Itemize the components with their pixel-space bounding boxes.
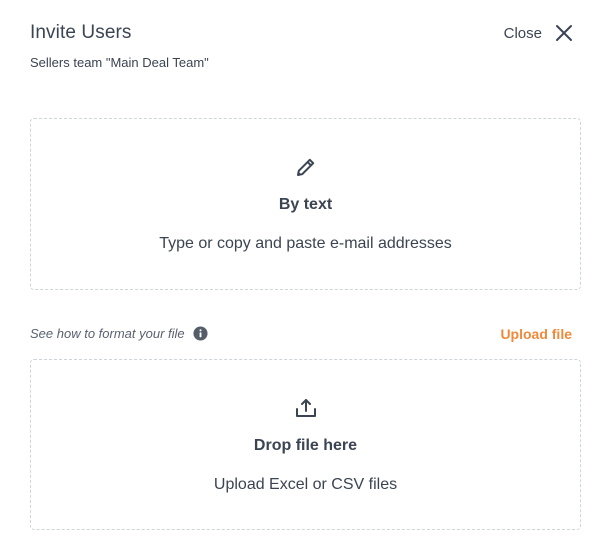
- dropzone-description: Upload Excel or CSV files: [213, 476, 398, 493]
- dialog-title: Invite Users: [30, 22, 132, 43]
- info-icon[interactable]: [193, 326, 208, 341]
- format-hint[interactable]: See how to format your file: [30, 326, 185, 341]
- format-hint-row: See how to format your file: [30, 326, 208, 341]
- file-dropzone[interactable]: Drop file here Upload Excel or CSV files: [30, 359, 581, 530]
- by-text-heading: By text: [278, 196, 333, 213]
- by-text-description: Type or copy and paste e-mail addresses: [159, 235, 452, 252]
- dropzone-heading: Drop file here: [253, 437, 358, 454]
- invite-users-dialog: Invite Users Sellers team "Main Deal Tea…: [0, 0, 602, 551]
- upload-icon: [294, 396, 318, 420]
- close-label: Close: [503, 24, 542, 42]
- pencil-icon: [294, 155, 318, 179]
- close-button[interactable]: Close: [504, 22, 574, 44]
- upload-file-link[interactable]: Upload file: [500, 326, 572, 342]
- by-text-option[interactable]: By text Type or copy and paste e-mail ad…: [30, 118, 581, 290]
- dialog-subtitle: Sellers team "Main Deal Team": [30, 55, 209, 70]
- close-icon: [554, 23, 574, 43]
